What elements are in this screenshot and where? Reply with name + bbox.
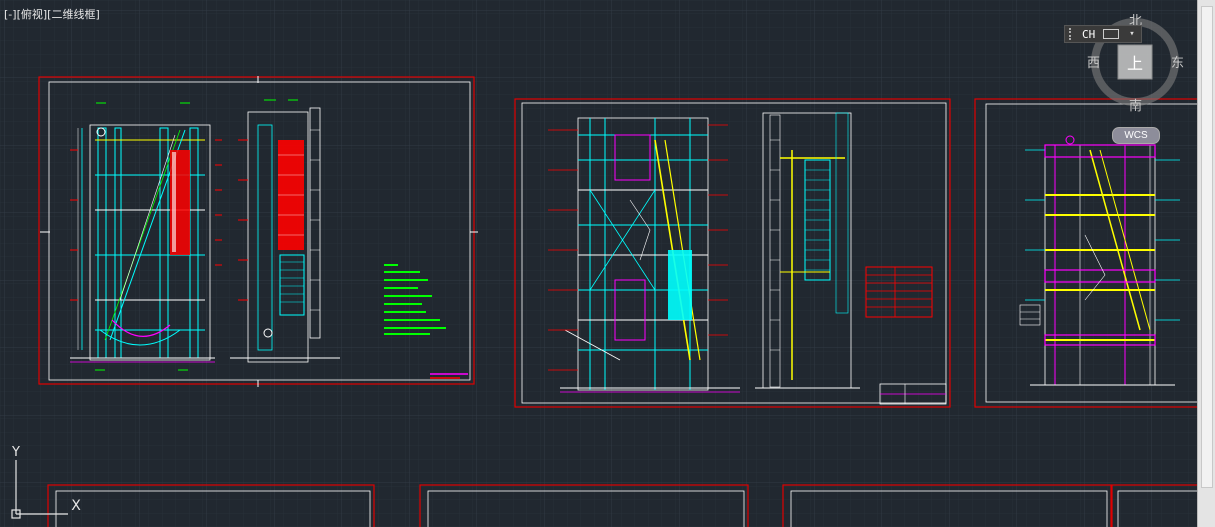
visual-style-control[interactable]: [二维线框] — [47, 8, 100, 21]
ime-language-label[interactable]: CH — [1082, 28, 1095, 41]
viewport-menu-control[interactable]: [-] — [4, 8, 17, 21]
ucs-icon: Y X — [11, 445, 81, 519]
vertical-scrollbar[interactable] — [1197, 0, 1215, 527]
model-space-canvas[interactable] — [0, 0, 1215, 527]
compass-south-label[interactable]: 南 — [1129, 95, 1142, 114]
compass-east-label[interactable]: 东 — [1171, 52, 1184, 71]
scrollbar-thumb[interactable] — [1201, 6, 1213, 488]
viewcube-top-face[interactable]: 上 — [1127, 50, 1143, 74]
ucs-x-label: X — [71, 498, 81, 514]
ime-grip-handle[interactable] — [1069, 28, 1077, 40]
ime-language-bar[interactable]: CH ▾ — [1064, 25, 1142, 43]
compass-west-label[interactable]: 西 — [1087, 52, 1100, 71]
wcs-menu-button[interactable]: WCS — [1112, 127, 1160, 144]
view-control[interactable]: [俯视] — [17, 8, 48, 21]
viewport-controls-label[interactable]: [-][俯视][二维线框] — [4, 6, 100, 22]
ime-options-icon[interactable]: ▾ — [1129, 29, 1134, 39]
keyboard-icon[interactable] — [1103, 29, 1120, 39]
ucs-y-label: Y — [11, 445, 20, 460]
